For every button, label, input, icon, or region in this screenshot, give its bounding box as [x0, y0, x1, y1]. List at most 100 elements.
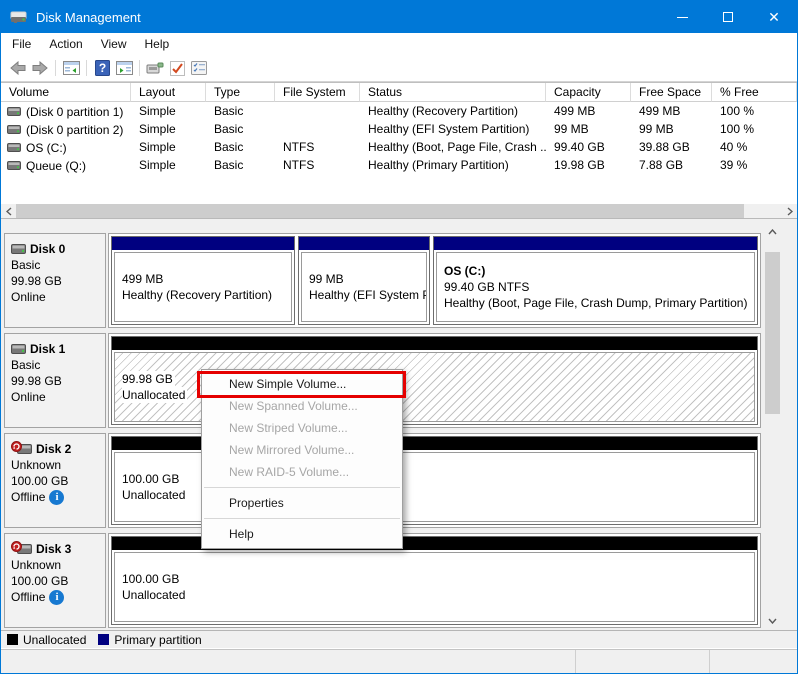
menu-item-properties[interactable]: Properties	[202, 492, 402, 514]
partition-size: 99 MB	[309, 271, 426, 287]
check-icon[interactable]	[166, 58, 188, 78]
partition-efi[interactable]: 99 MB Healthy (EFI System Partition)	[298, 236, 430, 325]
scrollbar-track[interactable]	[765, 239, 780, 613]
legend-unallocated: Unallocated	[7, 633, 86, 647]
info-icon[interactable]: i	[49, 590, 64, 605]
cell-type: Basic	[206, 102, 275, 120]
table-empty-area	[1, 174, 797, 204]
toolbar-separator	[139, 60, 140, 76]
status-bar	[1, 649, 797, 674]
info-icon[interactable]: i	[49, 490, 64, 505]
disk-icon	[17, 544, 32, 554]
partition-recovery[interactable]: 499 MB Healthy (Recovery Partition)	[111, 236, 295, 325]
cell-file-system	[275, 102, 360, 120]
partition-status: Healthy (EFI System Partition)	[309, 287, 426, 303]
disk1-header[interactable]: Disk 1 Basic 99.98 GB Online	[4, 333, 106, 428]
disk0-header[interactable]: Disk 0 Basic 99.98 GB Online	[4, 233, 106, 328]
disk-size: 100.00 GB	[11, 473, 101, 489]
console-tree-icon[interactable]	[60, 58, 82, 78]
table-row[interactable]: Queue (Q:) Simple Basic NTFS Healthy (Pr…	[1, 156, 797, 174]
cell-free-space: 7.88 GB	[631, 156, 712, 174]
cell-pct-free: 40 %	[712, 138, 797, 156]
partition-color-bar	[434, 237, 757, 250]
menu-separator	[204, 518, 400, 519]
volume-name: (Disk 0 partition 2)	[26, 123, 123, 137]
cell-status: Healthy (EFI System Partition)	[360, 120, 546, 138]
scroll-right-icon[interactable]	[782, 204, 797, 218]
scrollbar-thumb[interactable]	[765, 252, 780, 414]
column-header-pct-free[interactable]: % Free	[712, 83, 797, 102]
disk-type: Basic	[11, 357, 101, 373]
cell-capacity: 19.98 GB	[546, 156, 631, 174]
column-header-layout[interactable]: Layout	[131, 83, 206, 102]
cell-free-space: 99 MB	[631, 120, 712, 138]
disk-management-window: Disk Management ✕ File Action View Help …	[0, 0, 798, 674]
back-icon[interactable]	[7, 58, 29, 78]
volume-list-panel: Volume Layout Type File System Status Ca…	[1, 82, 797, 218]
disk0-partitions: 499 MB Healthy (Recovery Partition) 99 M…	[108, 233, 761, 328]
menu-file[interactable]: File	[3, 34, 40, 54]
disk3-header[interactable]: Disk 3 Unknown 100.00 GB Offlinei	[4, 533, 106, 628]
menu-view[interactable]: View	[92, 34, 136, 54]
cell-type: Basic	[206, 138, 275, 156]
help-icon[interactable]: ?	[91, 58, 113, 78]
action-pane-icon[interactable]	[113, 58, 135, 78]
popup-window-icon[interactable]	[144, 58, 166, 78]
table-row[interactable]: OS (C:) Simple Basic NTFS Healthy (Boot,…	[1, 138, 797, 156]
partition-os-c[interactable]: OS (C:) 99.40 GB NTFS Healthy (Boot, Pag…	[433, 236, 758, 325]
disk-drive-icon	[10, 9, 28, 25]
disk-status: Offline	[11, 589, 45, 605]
volume-icon	[7, 125, 21, 134]
partition-title: OS (C:)	[444, 263, 754, 279]
disk-type: Unknown	[11, 557, 101, 573]
disk-name: Disk 0	[30, 241, 65, 257]
cell-pct-free: 100 %	[712, 102, 797, 120]
column-header-type[interactable]: Type	[206, 83, 275, 102]
disk-name: Disk 2	[36, 441, 71, 457]
menu-item-new-spanned-volume: New Spanned Volume...	[202, 395, 402, 417]
legend-label: Primary partition	[114, 633, 201, 647]
partition-color-bar	[299, 237, 429, 250]
disk2-header[interactable]: Disk 2 Unknown 100.00 GB Offlinei	[4, 433, 106, 528]
scroll-left-icon[interactable]	[1, 204, 16, 218]
cell-layout: Simple	[131, 138, 206, 156]
minimize-icon	[677, 17, 688, 18]
scroll-up-icon[interactable]	[765, 224, 780, 239]
minimize-button[interactable]	[659, 1, 705, 33]
cell-free-space: 39.88 GB	[631, 138, 712, 156]
unallocated-region-disk3[interactable]: 100.00 GB Unallocated	[111, 536, 758, 625]
column-header-file-system[interactable]: File System	[275, 83, 360, 102]
menu-item-new-simple-volume[interactable]: New Simple Volume...	[202, 373, 402, 395]
column-header-status[interactable]: Status	[360, 83, 546, 102]
scroll-down-icon[interactable]	[765, 613, 780, 628]
properties-list-icon[interactable]	[188, 58, 210, 78]
scrollbar-track[interactable]	[16, 204, 782, 218]
table-row[interactable]: (Disk 0 partition 2) Simple Basic Health…	[1, 120, 797, 138]
maximize-icon	[723, 12, 733, 22]
horizontal-scrollbar[interactable]	[1, 204, 797, 218]
disk-icon	[17, 444, 32, 454]
disk-row-0: Disk 0 Basic 99.98 GB Online 499 MB Heal…	[4, 233, 761, 328]
forward-icon[interactable]	[29, 58, 51, 78]
cell-file-system: NTFS	[275, 156, 360, 174]
scrollbar-thumb[interactable]	[16, 204, 744, 218]
disk-status: Online	[11, 289, 46, 305]
vertical-scrollbar[interactable]	[765, 224, 780, 628]
status-cell	[1, 650, 575, 674]
column-header-capacity[interactable]: Capacity	[546, 83, 631, 102]
cell-pct-free: 39 %	[712, 156, 797, 174]
menu-action[interactable]: Action	[40, 34, 91, 54]
disk-type: Unknown	[11, 457, 101, 473]
disk-icon	[11, 344, 26, 354]
column-header-free-space[interactable]: Free Space	[631, 83, 712, 102]
partition-status: Unallocated	[122, 387, 187, 403]
partition-color-bar	[112, 237, 294, 250]
partition-status: Healthy (Boot, Page File, Crash Dump, Pr…	[444, 295, 754, 311]
menu-help[interactable]: Help	[136, 34, 179, 54]
disk-icon	[11, 244, 26, 254]
menu-item-help[interactable]: Help	[202, 523, 402, 545]
table-row[interactable]: (Disk 0 partition 1) Simple Basic Health…	[1, 102, 797, 120]
maximize-button[interactable]	[705, 1, 751, 33]
close-button[interactable]: ✕	[751, 1, 797, 33]
column-header-volume[interactable]: Volume	[1, 83, 131, 102]
